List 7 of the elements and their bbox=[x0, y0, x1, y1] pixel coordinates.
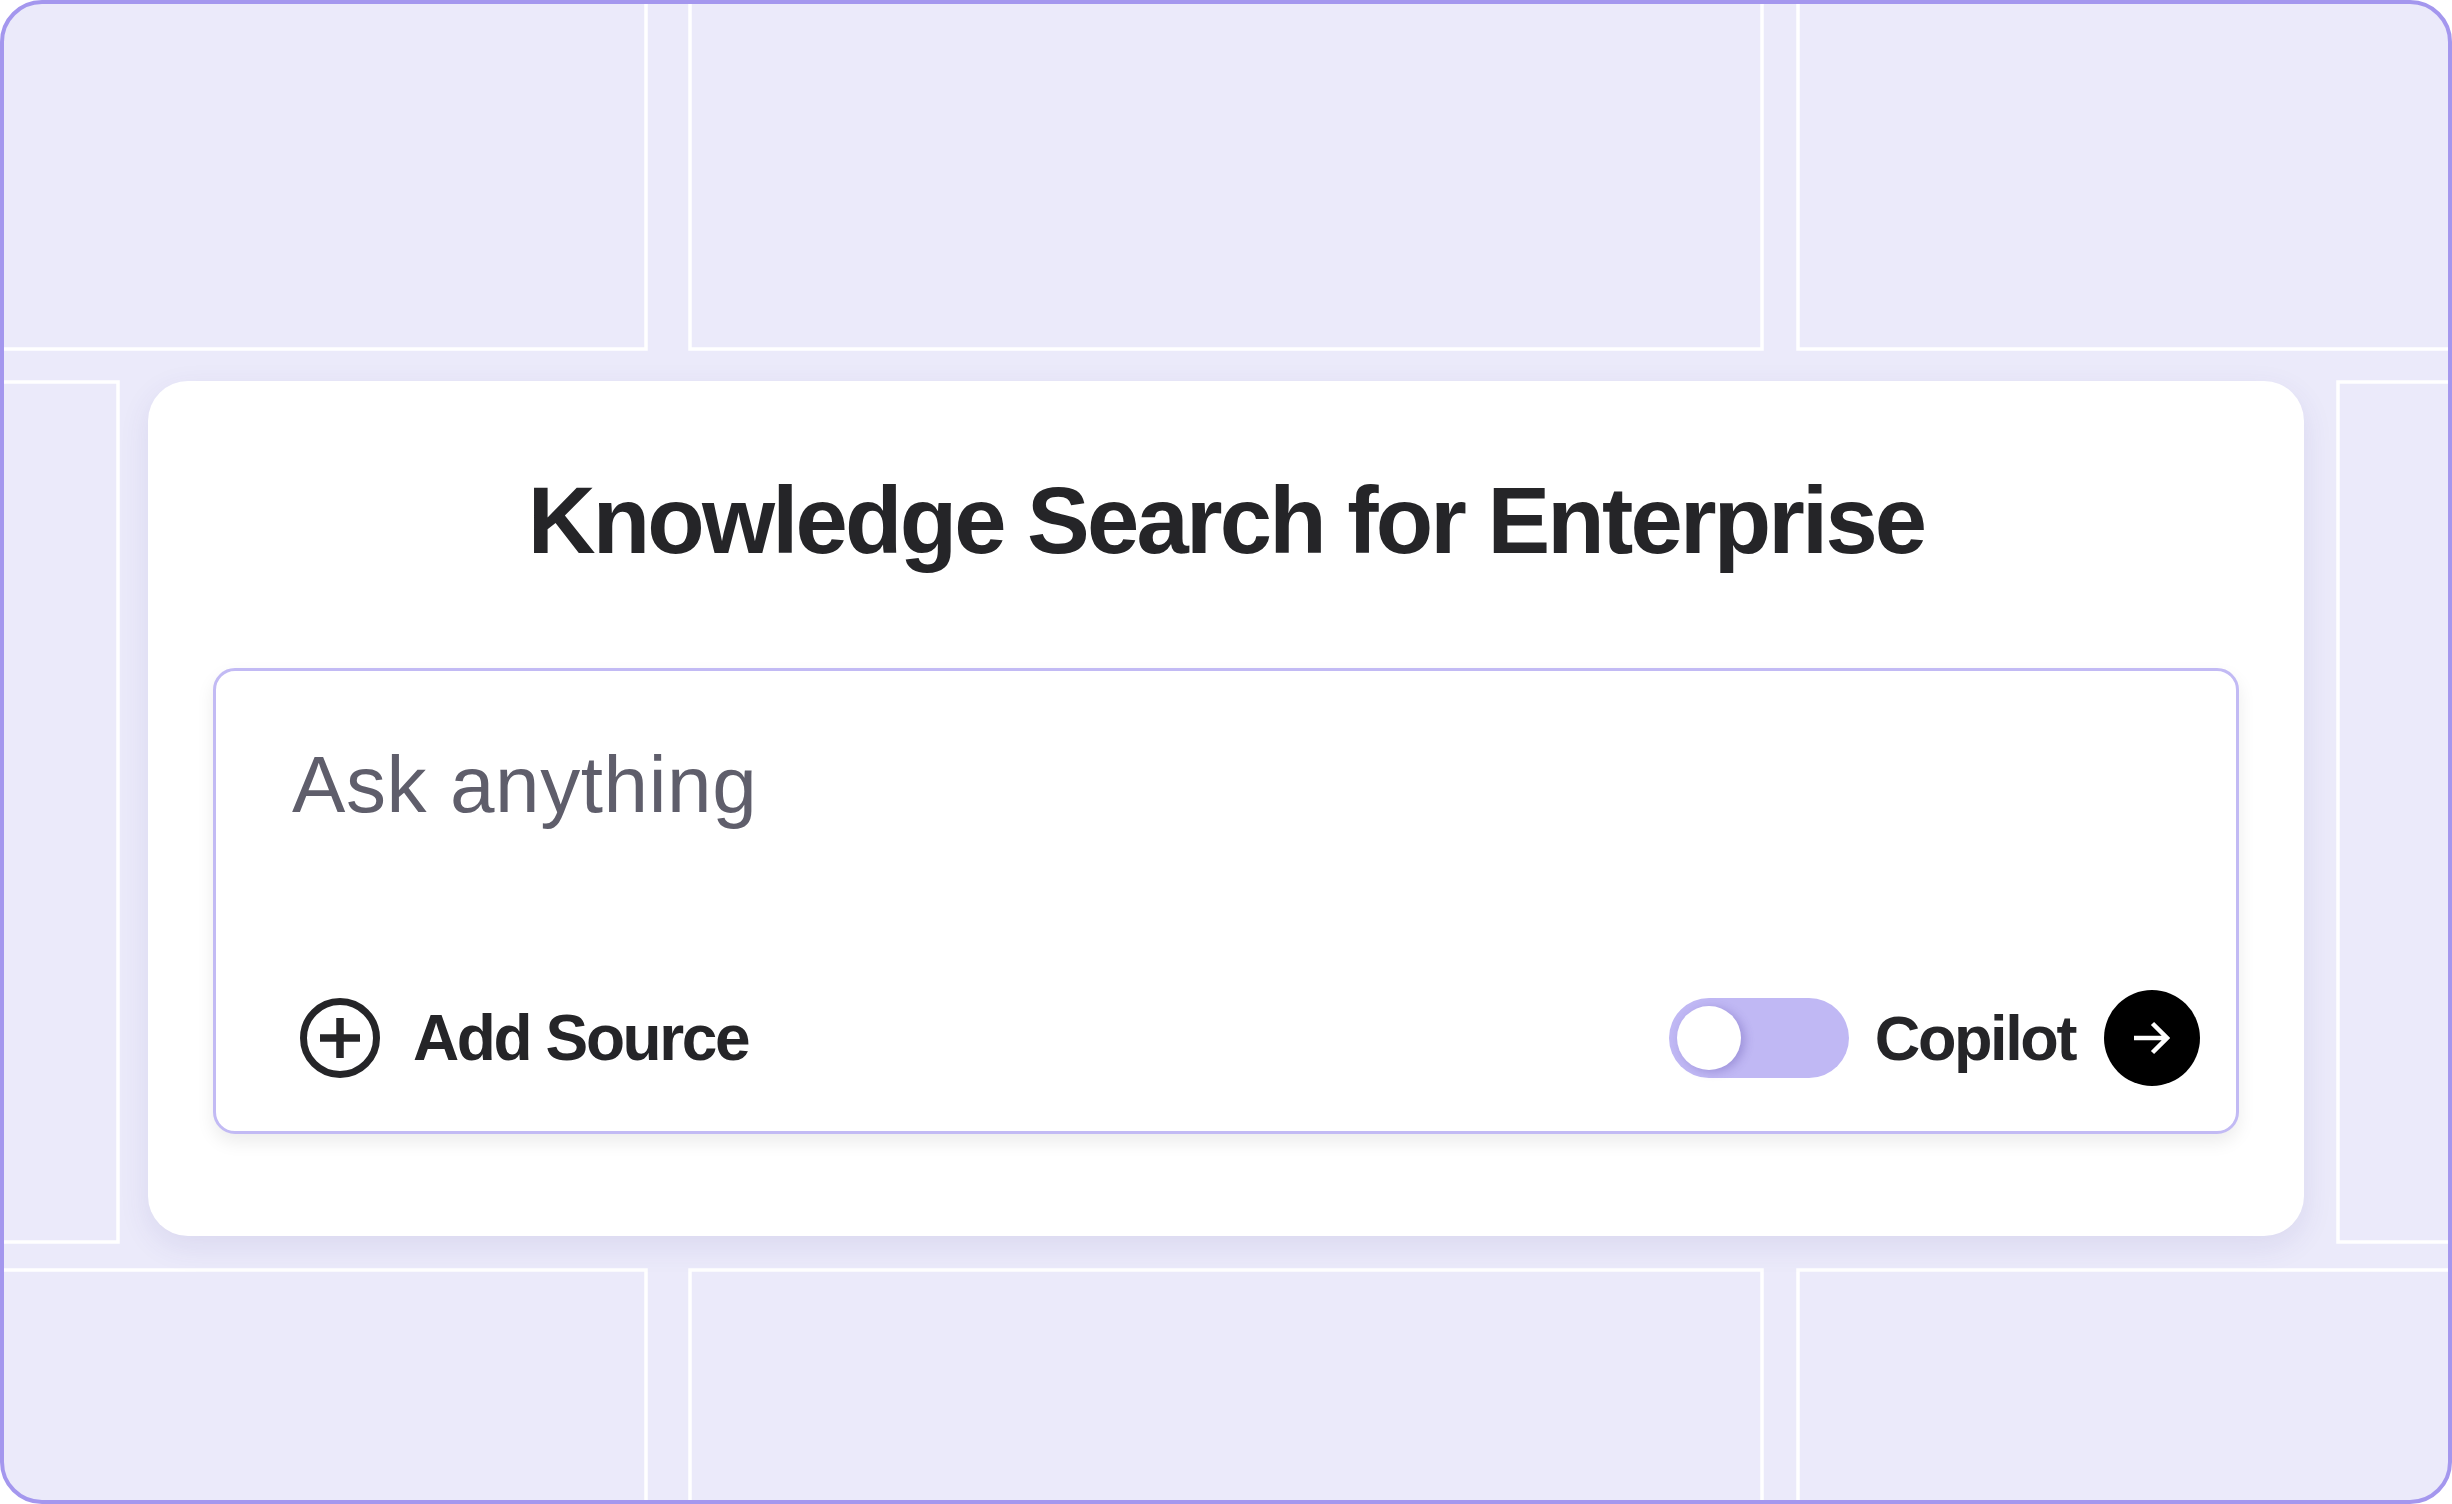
arrow-right-icon bbox=[2134, 1020, 2170, 1057]
page-title: Knowledge Search for Enterprise bbox=[526, 469, 1926, 573]
search-field[interactable]: Ask anything bbox=[292, 737, 2200, 991]
copilot-label: Copilot bbox=[1874, 1002, 2075, 1075]
plus-circle-icon bbox=[300, 998, 380, 1079]
add-source-button[interactable]: Add Source bbox=[292, 998, 749, 1079]
composer-box[interactable]: Ask anything Add Source Copilot bbox=[213, 668, 2239, 1135]
